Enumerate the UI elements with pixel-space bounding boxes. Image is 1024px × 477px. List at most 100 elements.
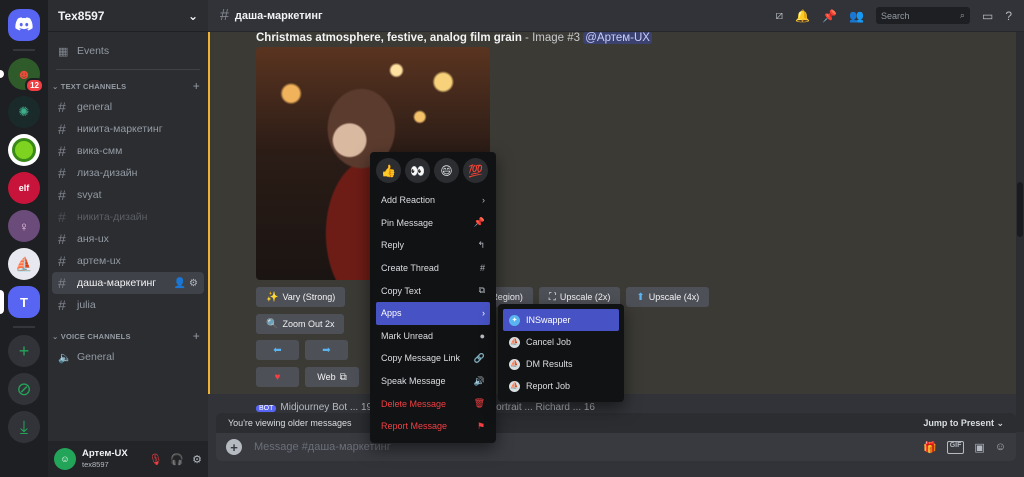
server-icon[interactable]: ☻ 12 <box>0 58 44 93</box>
help-icon[interactable]: ? <box>1005 9 1012 23</box>
reaction-smile[interactable]: 😄 <box>434 158 459 183</box>
pin-icon[interactable]: 📌 <box>822 9 837 23</box>
app-inswapper[interactable]: ✦ INSwapper <box>503 309 619 331</box>
reaction-thumbs-up[interactable]: 👍 <box>376 158 401 183</box>
home-button[interactable] <box>8 9 40 41</box>
app-cancel-job[interactable]: ⛵ Cancel Job <box>503 331 619 353</box>
channel-item[interactable]: # аня-ux <box>52 228 204 250</box>
app-report-job[interactable]: ⛵ Report Job <box>503 375 619 397</box>
channel-settings-icons[interactable]: 👤 ⚙ <box>174 278 198 289</box>
menu-reply[interactable]: Reply ↰ <box>376 234 490 257</box>
explore-button[interactable]: ⊘ <box>8 373 40 405</box>
pin-icon: 📌 <box>473 217 485 228</box>
download-button[interactable]: ⤓ <box>8 411 40 443</box>
sticker-icon[interactable]: ▣ <box>974 441 984 454</box>
channel-item[interactable]: # svyat <box>52 184 204 206</box>
channel-label: general <box>77 101 113 113</box>
add-server-button[interactable]: + <box>8 335 40 367</box>
channel-general[interactable]: # general <box>52 96 204 118</box>
menu-label: Add Reaction <box>381 195 436 206</box>
pan-left-button[interactable]: ⬅ <box>256 340 299 360</box>
bell-icon[interactable]: 🔔 <box>795 9 810 23</box>
channel-item[interactable]: # артем-ux <box>52 250 204 272</box>
server-icon[interactable]: ✺ <box>8 96 40 128</box>
hash-icon: # <box>58 187 66 203</box>
server-icon[interactable]: ♀ <box>8 210 40 242</box>
voice-channels-category[interactable]: ⌄ VOICE CHANNELS + <box>48 326 208 346</box>
flag-icon: ⚑ <box>476 420 485 431</box>
speaker-icon: 🔈 <box>58 351 72 364</box>
web-button[interactable]: Web ⧉ <box>305 367 359 387</box>
members-icon[interactable]: 👥 <box>849 9 864 23</box>
external-link-icon: ⧉ <box>339 371 347 383</box>
jump-to-present-button[interactable]: Jump to Present ⌄ <box>923 418 1004 429</box>
server-avatar-icon: ♀ <box>19 218 29 234</box>
server-icon-active[interactable]: T <box>0 286 40 318</box>
message-meta: - Image #3 <box>521 32 584 44</box>
upscale-4x-button[interactable]: ⬆ Upscale (4x) <box>626 287 710 307</box>
button-label: Zoom Out 2x <box>282 319 335 329</box>
channel-item[interactable]: # никита-маркетинг <box>52 118 204 140</box>
scrollbar-thumb[interactable] <box>1017 182 1023 237</box>
zoom-out-button[interactable]: 🔍 Zoom Out 2x <box>256 314 345 334</box>
menu-create-thread[interactable]: Create Thread # <box>376 257 490 280</box>
threads-icon[interactable]: ⧄ <box>775 8 783 23</box>
server-icon[interactable] <box>8 134 40 166</box>
channel-item[interactable]: # лиза-дизайн <box>52 162 204 184</box>
mic-muted-icon[interactable]: 🎙 <box>148 453 162 466</box>
add-channel-icon[interactable]: + <box>193 329 200 343</box>
menu-copy-link[interactable]: Copy Message Link 🔗 <box>376 347 490 370</box>
search-placeholder: Search <box>880 10 910 21</box>
server-icon[interactable]: elf <box>8 172 40 204</box>
button-row-4: ♥ Web ⧉ <box>256 367 359 387</box>
avatar[interactable]: ☺ <box>54 448 76 470</box>
server-avatar-icon: elf <box>18 183 30 193</box>
inbox-icon[interactable]: ▭ <box>982 9 993 23</box>
user-controls: 🎙 🎧 ⚙ <box>148 453 202 466</box>
text-channels-category[interactable]: ⌄ TEXT CHANNELS + <box>48 76 208 96</box>
menu-add-reaction[interactable]: Add Reaction › <box>376 189 490 212</box>
headphones-icon[interactable]: 🎧 <box>170 453 184 466</box>
menu-pin-message[interactable]: Pin Message 📌 <box>376 212 490 235</box>
vary-strong-button[interactable]: ✨ Vary (Strong) <box>256 287 346 307</box>
menu-speak-message[interactable]: Speak Message 🔊 <box>376 370 490 393</box>
gear-icon[interactable]: ⚙ <box>192 453 202 466</box>
reaction-eyes[interactable]: 👀 <box>405 158 430 183</box>
server-icon[interactable]: ⛵ <box>8 248 40 280</box>
events-item[interactable]: ▦ Events <box>52 37 204 65</box>
attach-plus-icon[interactable]: + <box>226 439 242 455</box>
menu-mark-unread[interactable]: Mark Unread ● <box>376 325 490 348</box>
menu-copy-text[interactable]: Copy Text ⧉ <box>376 279 490 302</box>
gift-icon[interactable]: 🎁 <box>923 441 937 454</box>
divider <box>56 69 200 70</box>
hash-icon: # <box>58 231 66 247</box>
channel-item[interactable]: # julia <box>52 294 204 316</box>
scrollbar-track[interactable] <box>1016 32 1024 432</box>
unread-icon: ● <box>479 330 485 341</box>
copy-icon: ⧉ <box>478 285 485 296</box>
emoji-icon[interactable]: ☺ <box>995 441 1006 454</box>
menu-label: Apps <box>381 308 402 319</box>
add-channel-icon[interactable]: + <box>193 79 200 93</box>
search-input[interactable]: Search ⌕ <box>875 7 970 24</box>
voice-channel-general[interactable]: 🔈 General <box>52 346 204 368</box>
menu-apps[interactable]: Apps › <box>376 301 490 325</box>
server-letter: T <box>20 294 28 310</box>
message-composer[interactable]: + Message #даша-маркетинг 🎁 GIF ▣ ☺ <box>216 433 1016 461</box>
hash-icon: # <box>58 209 66 225</box>
reaction-100[interactable]: 💯 <box>463 158 488 183</box>
button-label: Upscale (2x) <box>559 292 611 302</box>
menu-delete-message[interactable]: Delete Message 🗑 <box>376 392 490 415</box>
gif-icon[interactable]: GIF <box>946 440 965 454</box>
channel-item-muted[interactable]: # никита-дизайн <box>52 206 204 228</box>
guild-header[interactable]: Tex8597 ⌄ <box>48 0 208 32</box>
user-mention[interactable]: @Артем-UX <box>583 32 652 44</box>
menu-report-message[interactable]: Report Message ⚑ <box>376 415 490 438</box>
channel-item[interactable]: # вика-смм <box>52 140 204 162</box>
pan-right-button[interactable]: ➡ <box>305 340 348 360</box>
app-dm-results[interactable]: ⛵ DM Results <box>503 353 619 375</box>
favorite-button[interactable]: ♥ <box>256 367 299 387</box>
channel-item-active[interactable]: # даша-маркетинг 👤 ⚙ <box>52 272 204 294</box>
channel-label: никита-маркетинг <box>77 123 163 135</box>
menu-label: Pin Message <box>381 217 434 228</box>
